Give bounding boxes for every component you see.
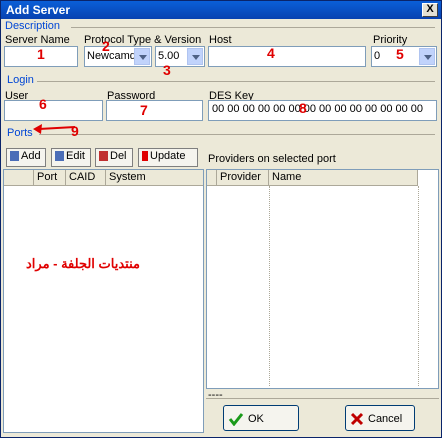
delete-port-label: Del — [110, 150, 127, 162]
add-icon — [10, 151, 19, 162]
ports-group-label: Ports — [7, 127, 33, 139]
add-server-dialog: Add Server X Description Server Name Pro… — [0, 0, 442, 438]
annotation-9: 9 — [71, 123, 79, 139]
priority-label: Priority — [373, 34, 408, 46]
annotation-5: 5 — [396, 46, 404, 62]
edit-port-button[interactable]: Edit — [51, 148, 91, 167]
delete-port-button[interactable]: Del — [95, 148, 133, 167]
annotation-4: 4 — [267, 45, 275, 61]
protocol-select[interactable]: Newcamd — [84, 46, 152, 67]
protocol-value: Newcamd — [87, 50, 136, 62]
column-header-system[interactable]: System — [106, 170, 203, 186]
question-icon — [142, 151, 148, 162]
cancel-button-label: Cancel — [368, 412, 403, 425]
annotation-3: 3 — [163, 62, 171, 78]
annotation-2: 2 — [102, 38, 110, 54]
providers-footer: ---- — [208, 389, 223, 401]
password-input[interactable] — [106, 100, 203, 121]
footer-divider — [206, 398, 439, 399]
providers-title: Providers on selected port — [208, 153, 336, 165]
description-divider — [71, 27, 435, 28]
chevron-down-icon[interactable] — [134, 48, 150, 65]
cross-icon — [350, 412, 364, 426]
login-group-label: Login — [7, 74, 34, 86]
column-divider — [418, 186, 419, 386]
delete-icon — [99, 151, 108, 162]
close-button[interactable]: X — [422, 3, 438, 17]
column-header-port[interactable]: Port — [34, 170, 66, 186]
priority-value: 0 — [374, 50, 381, 62]
login-divider — [37, 81, 435, 82]
title-bar: Add Server X — [1, 1, 441, 19]
annotation-1: 1 — [37, 46, 45, 62]
edit-port-label: Edit — [66, 150, 85, 162]
column-header-blank — [207, 170, 217, 186]
edit-icon — [55, 151, 64, 162]
des-key-input[interactable]: 00 00 00 00 00 00 00 00 00 00 00 00 00 0… — [208, 100, 437, 121]
ports-divider — [39, 134, 435, 135]
description-group-label: Description — [5, 20, 61, 32]
annotation-6: 6 — [39, 96, 47, 112]
host-label: Host — [209, 34, 232, 46]
priority-select[interactable]: 0 — [371, 46, 437, 67]
ports-list[interactable]: Port CAID System منتديات الجلفة - مراد — [3, 169, 204, 433]
column-header-caid[interactable]: CAID — [66, 170, 106, 186]
annotation-7: 7 — [140, 102, 148, 118]
update-port-label: Update — [150, 150, 186, 162]
ok-button-label: OK — [248, 412, 264, 425]
cancel-button[interactable]: Cancel — [345, 405, 415, 431]
user-input[interactable] — [4, 100, 103, 121]
server-name-label: Server Name — [5, 34, 70, 46]
add-port-button[interactable]: Add — [6, 148, 46, 167]
column-header-provider[interactable]: Provider — [217, 170, 269, 186]
chevron-down-icon[interactable] — [187, 48, 203, 65]
column-header-blank — [4, 170, 34, 186]
forum-watermark: منتديات الجلفة - مراد — [26, 256, 140, 271]
chevron-down-icon[interactable] — [419, 48, 435, 65]
column-header-name[interactable]: Name — [269, 170, 418, 186]
version-value: 5.00 — [158, 50, 180, 62]
providers-list[interactable]: Provider Name — [206, 169, 439, 389]
add-port-label: Add — [21, 150, 41, 162]
annotation-8: 8 — [299, 100, 307, 116]
checkmark-icon — [228, 413, 244, 427]
window-title: Add Server — [6, 3, 71, 17]
host-input[interactable] — [208, 46, 366, 67]
column-divider — [269, 186, 270, 386]
update-port-button[interactable]: Update — [138, 148, 198, 167]
ok-button[interactable]: OK — [223, 405, 299, 431]
